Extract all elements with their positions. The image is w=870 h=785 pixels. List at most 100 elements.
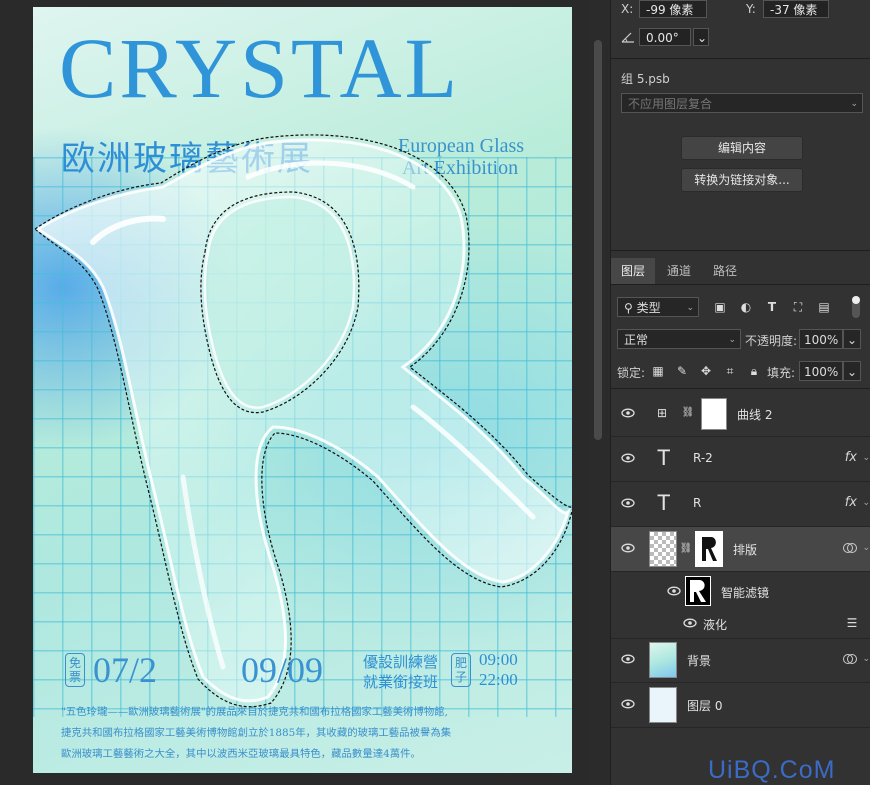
layer-name[interactable]: R — [693, 496, 701, 510]
author-badge: 肥 子 — [451, 653, 471, 687]
course-name-2: 就業銜接班 — [363, 673, 439, 691]
blend-mode-value: 正常 — [624, 333, 649, 347]
visibility-eye-icon[interactable] — [621, 697, 635, 711]
layer-name[interactable]: 排版 — [733, 541, 757, 558]
layer-filter-select[interactable]: ⚲ 类型 ⌄ — [617, 297, 699, 317]
layer-row-r[interactable]: T R fx ⌄ — [611, 482, 870, 527]
layer-row-r-2[interactable]: T R-2 fx ⌄ — [611, 437, 870, 482]
lock-paint-icon[interactable]: ✎ — [675, 364, 689, 378]
fill-chevron-icon[interactable]: ⌄ — [843, 361, 861, 381]
smart-filter-mask-thumbnail[interactable] — [695, 531, 723, 567]
y-label: Y: — [746, 2, 756, 16]
tab-paths[interactable]: 路径 — [703, 258, 747, 284]
filter-adjustment-icon[interactable]: ◐ — [739, 300, 753, 314]
visibility-eye-icon[interactable] — [621, 652, 635, 666]
date-end: 09/09 — [241, 650, 324, 690]
visibility-eye-icon[interactable] — [667, 584, 681, 598]
lock-artboard-icon[interactable]: ⌗ — [723, 364, 737, 378]
smart-filter-mask-thumbnail[interactable] — [685, 576, 711, 606]
layer-name[interactable]: 背景 — [687, 652, 711, 669]
smart-object-badge-icon — [843, 543, 857, 553]
x-position-field[interactable]: -99 像素 — [639, 0, 707, 18]
layer-row-curves-2[interactable]: ⊞ ⛓ 曲线 2 — [611, 392, 870, 437]
opacity-chevron-icon[interactable]: ⌄ — [843, 329, 861, 349]
time-start: 09:00 — [479, 650, 518, 669]
lock-all-icon[interactable]: 🔒︎ — [747, 364, 761, 378]
smart-object-name: 组 5.psb — [621, 72, 670, 86]
smart-object-badge-icon — [843, 654, 857, 664]
filter-toggle[interactable] — [852, 296, 860, 318]
layer-row-background[interactable]: 背景 ⌄ — [611, 638, 870, 683]
convert-to-linked-button[interactable]: 转换为链接对象... — [681, 168, 803, 192]
layer-name[interactable]: 图层 0 — [687, 697, 722, 714]
filter-options-icon[interactable]: ☰ — [845, 616, 859, 630]
smart-object-thumbnail[interactable] — [649, 531, 677, 567]
visibility-eye-icon[interactable] — [621, 541, 635, 555]
layer-name[interactable]: R-2 — [693, 451, 713, 465]
divider — [611, 250, 870, 251]
chevron-down-icon: ⌄ — [850, 99, 858, 109]
filter-type-icon[interactable]: T — [765, 300, 779, 314]
right-panel: X: -99 像素 Y: -37 像素 0.00° ⌄ 组 5.psb 不应用图… — [610, 0, 870, 785]
y-position-field[interactable]: -37 像素 — [763, 0, 829, 18]
visibility-eye-icon[interactable] — [621, 451, 635, 465]
layer-row-smart-filters[interactable]: 智能滤镜 — [611, 572, 870, 608]
tab-layers[interactable]: 图层 — [611, 258, 655, 284]
course-name-1: 優設訓練營 — [363, 653, 439, 671]
tab-channels[interactable]: 通道 — [657, 258, 701, 284]
ticket-badge-char-1: 免 — [68, 656, 81, 670]
fill-field[interactable]: 100% — [799, 361, 843, 381]
layer-name[interactable]: 智能滤镜 — [721, 584, 769, 601]
watermark-logo: UiBQ.CoM — [708, 756, 836, 784]
document-canvas[interactable]: CRYSTAL 欧洲玻璃藝術展 European Glass Art Exhib… — [0, 0, 588, 785]
layer-name[interactable]: 曲线 2 — [737, 406, 772, 423]
search-icon: ⚲ — [624, 301, 633, 315]
visibility-eye-icon[interactable] — [621, 406, 635, 420]
canvas-scrollbar-thumb[interactable] — [594, 40, 602, 440]
angle-dropdown-chevron-icon[interactable]: ⌄ — [693, 28, 709, 46]
filter-smart-object-icon[interactable]: ▤ — [817, 300, 831, 314]
angle-icon — [621, 32, 634, 43]
lock-transparent-icon[interactable]: ▦ — [651, 364, 665, 378]
layer-row-layout[interactable]: ⛓ 排版 ⌄ — [611, 527, 870, 572]
chain-link-icon: ⛓ — [679, 543, 693, 554]
layer-mask-thumbnail[interactable] — [701, 398, 727, 430]
opacity-field[interactable]: 100% — [799, 329, 843, 349]
fx-effects-icon[interactable]: fx — [845, 495, 857, 510]
filter-pixel-icon[interactable]: ▣ — [713, 300, 727, 314]
chevron-down-icon: ⌄ — [686, 303, 694, 313]
chevron-down-icon[interactable]: ⌄ — [862, 453, 870, 463]
poster-description-line-2: 捷克共和國布拉格國家工藝美術博物館創立於1885年，其收藏的玻璃工藝品被譽為集 — [61, 727, 452, 739]
layer-filter-value: 类型 — [636, 301, 661, 315]
layer-thumbnail[interactable] — [649, 687, 677, 723]
visibility-eye-icon[interactable] — [621, 496, 635, 510]
angle-field[interactable]: 0.00° — [639, 28, 691, 46]
chain-link-icon: ⛓ — [681, 407, 695, 418]
author-badge-char-1: 肥 — [454, 656, 467, 670]
lock-move-icon[interactable]: ✥ — [699, 364, 713, 378]
date-start: 07/2 — [93, 650, 158, 690]
author-badge-char-2: 子 — [454, 670, 467, 684]
fx-effects-icon[interactable]: fx — [845, 450, 857, 465]
poster-description-line-3: 歐洲玻璃工藝藝術之大全，其中以波西米亞玻璃最具特色，藏品數量達4萬件。 — [61, 748, 421, 760]
visibility-eye-icon[interactable] — [683, 616, 697, 630]
layer-comp-select[interactable]: 不应用图层复合 ⌄ — [621, 93, 863, 113]
layer-name[interactable]: 液化 — [703, 616, 727, 633]
ticket-badge-char-2: 票 — [68, 670, 81, 684]
layer-row-liquify[interactable]: 液化 ☰ — [611, 608, 870, 639]
layer-row-layer-0[interactable]: 图层 0 — [611, 683, 870, 728]
blend-mode-select[interactable]: 正常 ⌄ — [617, 329, 741, 349]
chevron-down-icon[interactable]: ⌄ — [862, 498, 870, 508]
chevron-down-icon[interactable]: ⌄ — [862, 654, 870, 664]
poster-description-line-1: "五色玲瓏——歐洲玻璃藝術展"的展品來自於捷克共和國布拉格國家工藝美術博物館, — [61, 706, 448, 718]
edit-contents-button[interactable]: 编辑内容 — [681, 136, 803, 160]
poster-footer: 免 票 07/2 09/09 優設訓練營 就業銜接班 肥 子 09:00 22:… — [33, 647, 572, 773]
filter-shape-icon[interactable]: ⛶ — [791, 300, 805, 314]
curves-adjustment-icon: ⊞ — [656, 406, 668, 420]
ticket-badge: 免 票 — [65, 653, 85, 687]
chevron-down-icon: ⌄ — [728, 335, 736, 345]
layer-thumbnail[interactable] — [649, 642, 677, 678]
fill-label: 填充: — [767, 366, 796, 380]
chevron-down-icon[interactable]: ⌄ — [862, 543, 870, 553]
poster-artboard[interactable]: CRYSTAL 欧洲玻璃藝術展 European Glass Art Exhib… — [33, 7, 572, 773]
